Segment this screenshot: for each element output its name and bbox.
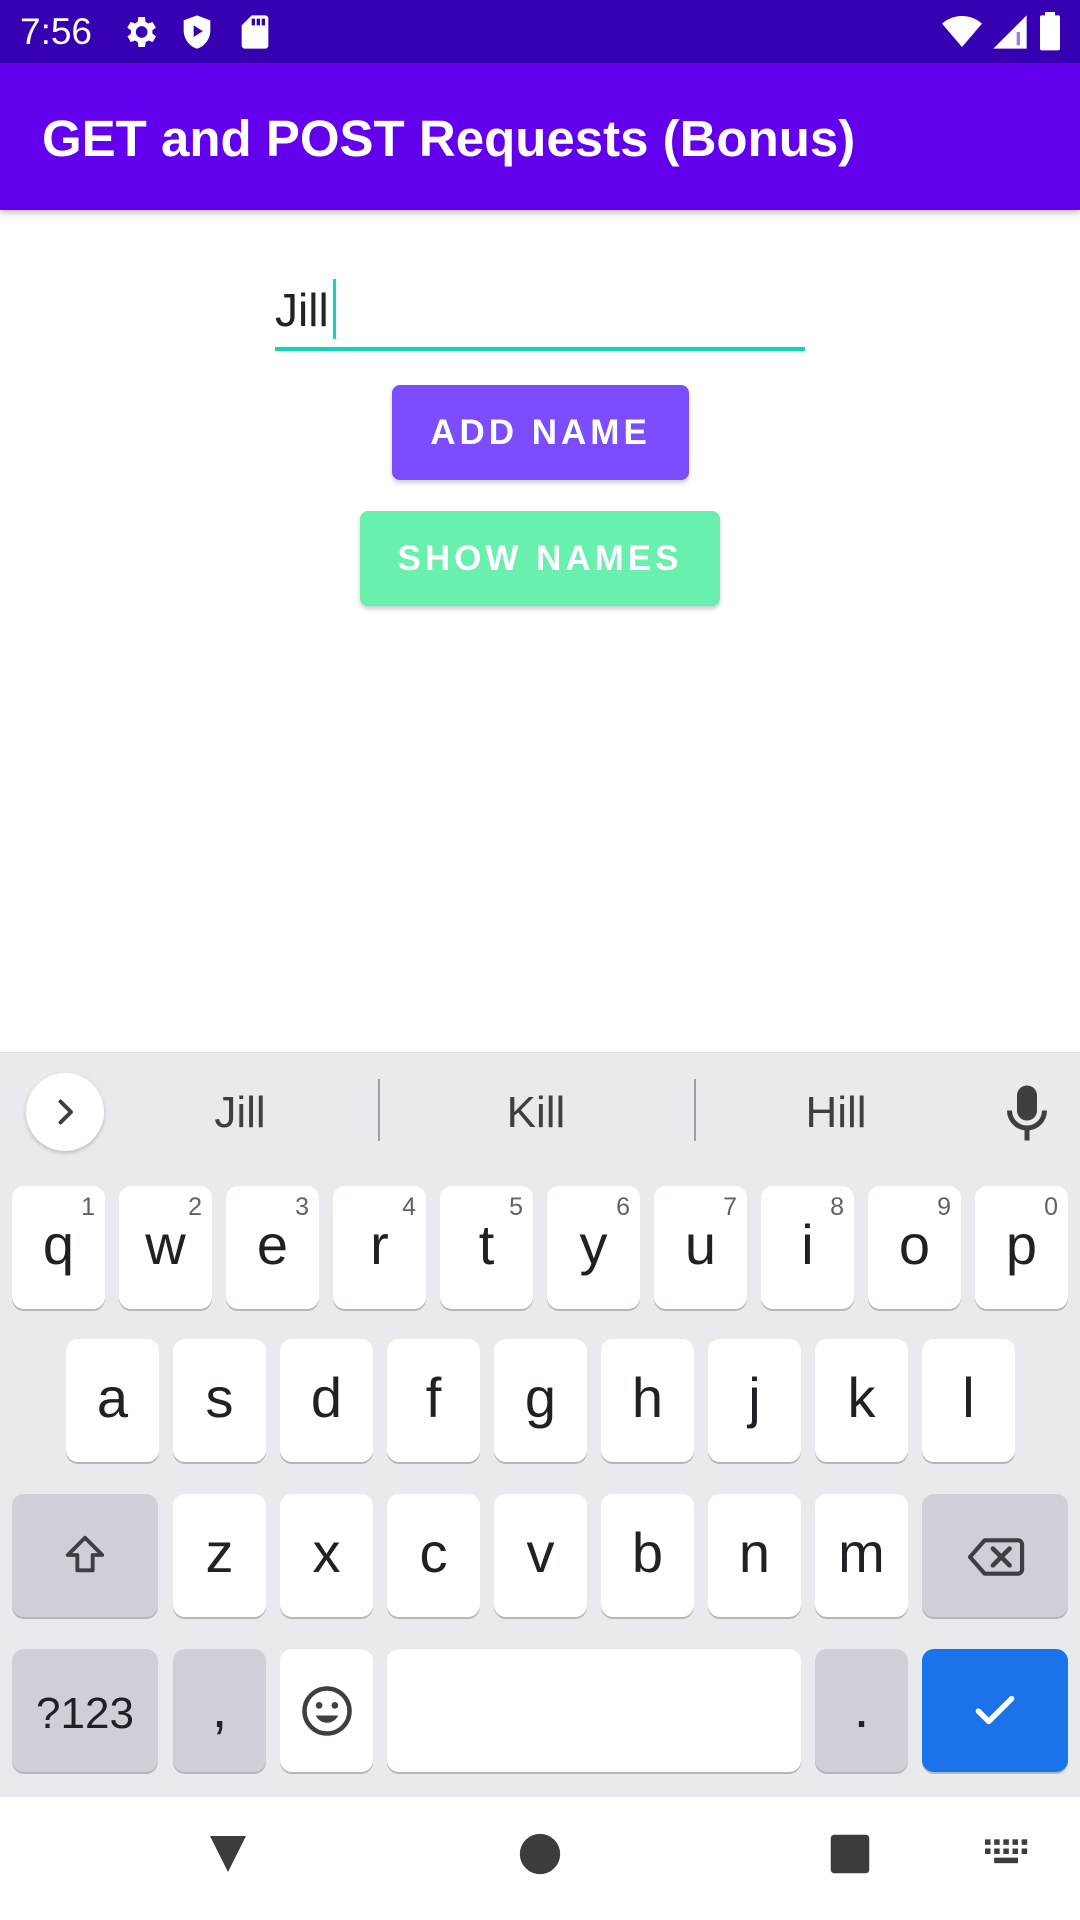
key-z[interactable]: z [173,1494,266,1617]
suggestion-3[interactable]: Hill [736,1083,936,1143]
keyboard-switch-icon[interactable] [985,1839,1029,1869]
key-s[interactable]: s [173,1339,266,1462]
key-label: c [419,1521,448,1584]
key-x[interactable]: x [280,1494,373,1617]
enter-key[interactable] [922,1649,1068,1772]
key-label: t [478,1213,495,1276]
key-d[interactable]: d [280,1339,373,1462]
key-label: f [425,1366,442,1429]
chevron-right-icon [58,1099,73,1125]
app-title: GET and POST Requests (Bonus) [42,110,856,167]
name-input-value: Jill [275,284,329,336]
backspace-icon [967,1538,1025,1576]
key-label: q [42,1213,75,1276]
key-label: , [211,1676,228,1739]
key-label: o [898,1213,931,1276]
key-m[interactable]: m [815,1494,908,1617]
name-input[interactable]: Jill [275,276,805,351]
gear-icon [127,17,156,47]
key-label: . [853,1676,870,1739]
key-label: w [145,1213,186,1276]
comma-key[interactable]: , [173,1649,266,1772]
space-key[interactable] [387,1649,801,1772]
shield-play-icon [183,15,211,49]
key-label: ?123 [36,1689,134,1738]
key-i[interactable]: 8 i [761,1186,854,1309]
suggestion-2[interactable]: Kill [436,1083,636,1143]
text-cursor [333,279,336,339]
app-bar: GET and POST Requests (Bonus) [0,63,1080,210]
key-w[interactable]: 2 w [119,1186,212,1309]
key-e[interactable]: 3 e [226,1186,319,1309]
key-label: r [370,1213,389,1276]
key-k[interactable]: k [815,1339,908,1462]
checkmark-icon [975,1695,1015,1725]
wifi-icon [942,16,982,47]
key-label: m [838,1521,885,1584]
key-y[interactable]: 6 y [547,1186,640,1309]
key-r[interactable]: 4 r [333,1186,426,1309]
screen: 7:56 GET and POST Requests (Bonus) Jill [0,0,1080,1920]
key-label: x [312,1521,341,1584]
battery-icon [1040,12,1060,51]
status-bar: 7:56 [0,0,1080,63]
key-f[interactable]: f [387,1339,480,1462]
home-icon[interactable] [518,1832,562,1876]
suggestion-1[interactable]: Jill [140,1083,340,1143]
microphone-icon[interactable] [1004,1083,1050,1143]
key-a[interactable]: a [66,1339,159,1462]
soft-keyboard: Jill Kill Hill 1 q 2 w 3 e 4 r 5 t 6 y 7… [0,1052,1080,1798]
key-label: i [801,1213,814,1276]
backspace-key[interactable] [922,1494,1068,1617]
key-label: d [310,1366,343,1429]
key-label: p [1005,1213,1038,1276]
key-t[interactable]: 5 t [440,1186,533,1309]
period-key[interactable]: . [815,1649,908,1772]
symbols-key[interactable]: ?123 [12,1649,158,1772]
key-label: z [205,1521,234,1584]
input-underline [275,347,805,351]
key-h[interactable]: h [601,1339,694,1462]
key-label: y [579,1213,608,1276]
key-label: e [256,1213,289,1276]
shift-key[interactable] [12,1494,158,1617]
suggestion-divider [694,1079,696,1141]
key-label: b [631,1521,664,1584]
navigation-bar [0,1797,1080,1920]
key-u[interactable]: 7 u [654,1186,747,1309]
key-label: n [738,1521,771,1584]
key-q[interactable]: 1 q [12,1186,105,1309]
key-label: h [631,1366,664,1429]
key-label: j [748,1366,761,1429]
key-l[interactable]: l [922,1339,1015,1462]
add-name-button[interactable]: ADD NAME [392,385,689,480]
shift-icon [65,1535,105,1573]
status-time: 7:56 [20,11,93,52]
signal-icon [993,15,1027,49]
back-icon[interactable] [204,1830,252,1878]
key-label: v [526,1521,555,1584]
key-label: k [847,1366,876,1429]
key-label: g [524,1366,557,1429]
key-label: u [684,1213,717,1276]
emoji-key[interactable] [280,1649,373,1772]
key-v[interactable]: v [494,1494,587,1617]
show-names-button[interactable]: SHOW NAMES [360,511,720,606]
key-n[interactable]: n [708,1494,801,1617]
key-j[interactable]: j [708,1339,801,1462]
suggestion-divider [378,1079,380,1141]
key-label: s [205,1366,234,1429]
sd-card-icon [241,15,269,49]
recents-icon[interactable] [829,1833,871,1875]
key-c[interactable]: c [387,1494,480,1617]
key-g[interactable]: g [494,1339,587,1462]
emoji-icon [302,1686,352,1736]
key-p[interactable]: 0 p [975,1186,1068,1309]
key-label: l [962,1366,975,1429]
suggestion-expand-button[interactable] [26,1073,104,1151]
key-o[interactable]: 9 o [868,1186,961,1309]
key-b[interactable]: b [601,1494,694,1617]
key-label: a [96,1366,129,1429]
